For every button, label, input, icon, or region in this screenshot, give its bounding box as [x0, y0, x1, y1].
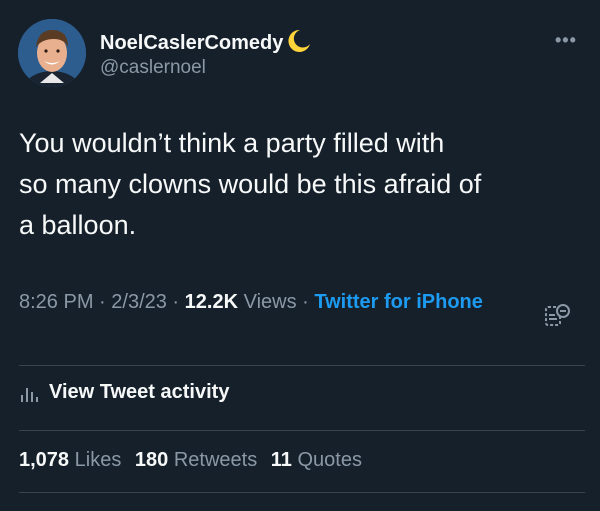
- views-count: 12.2K: [184, 291, 239, 313]
- more-options-icon[interactable]: •••: [555, 30, 577, 51]
- user-handle[interactable]: @caslernoel: [100, 57, 206, 79]
- tweet-text: You wouldn’t think a party filled with s…: [19, 123, 584, 246]
- avatar[interactable]: [18, 19, 86, 87]
- views-label: Views: [238, 291, 297, 313]
- quotes-label: Quotes: [297, 449, 362, 471]
- view-tweet-activity-button[interactable]: View Tweet activity: [19, 381, 229, 404]
- retweets-count: 180: [134, 449, 169, 471]
- likes-count: 1,078: [19, 449, 70, 471]
- engagement-stats: 1,078 Likes 180 Retweets 11 Quotes: [19, 449, 370, 472]
- translate-icon[interactable]: [543, 301, 573, 331]
- likes-stat[interactable]: 1,078 Likes: [19, 449, 121, 471]
- tweet-source-link[interactable]: Twitter for iPhone: [314, 291, 483, 313]
- bar-chart-icon: [21, 387, 38, 402]
- tweet-text-line: You wouldn’t think a party filled with: [19, 128, 445, 158]
- tweet-date[interactable]: 2/3/23: [111, 291, 167, 313]
- retweets-label: Retweets: [173, 449, 258, 471]
- divider: [19, 492, 585, 493]
- quotes-count: 11: [270, 449, 292, 471]
- tweet-metadata: 8:26 PM · 2/3/23 · 12.2K Views · Twitter…: [19, 287, 519, 318]
- user-name-row[interactable]: NoelCaslerComedy: [100, 28, 312, 59]
- retweets-stat[interactable]: 180 Retweets: [135, 449, 257, 471]
- view-tweet-activity-label: View Tweet activity: [49, 381, 230, 403]
- tweet-time[interactable]: 8:26 PM: [19, 291, 93, 313]
- quotes-stat[interactable]: 11 Quotes: [271, 449, 362, 471]
- separator: ·: [296, 291, 315, 313]
- separator: ·: [93, 291, 112, 313]
- divider: [19, 430, 585, 431]
- divider: [19, 365, 585, 366]
- tweet-text-line: so many clowns would be this afraid of: [19, 169, 482, 199]
- separator: ·: [166, 291, 185, 313]
- likes-label: Likes: [74, 449, 122, 471]
- display-name[interactable]: NoelCaslerComedy: [100, 32, 283, 55]
- tweet-text-line: a balloon.: [19, 210, 137, 240]
- avatar-image: [18, 19, 86, 87]
- crescent-moon-icon: [286, 28, 312, 59]
